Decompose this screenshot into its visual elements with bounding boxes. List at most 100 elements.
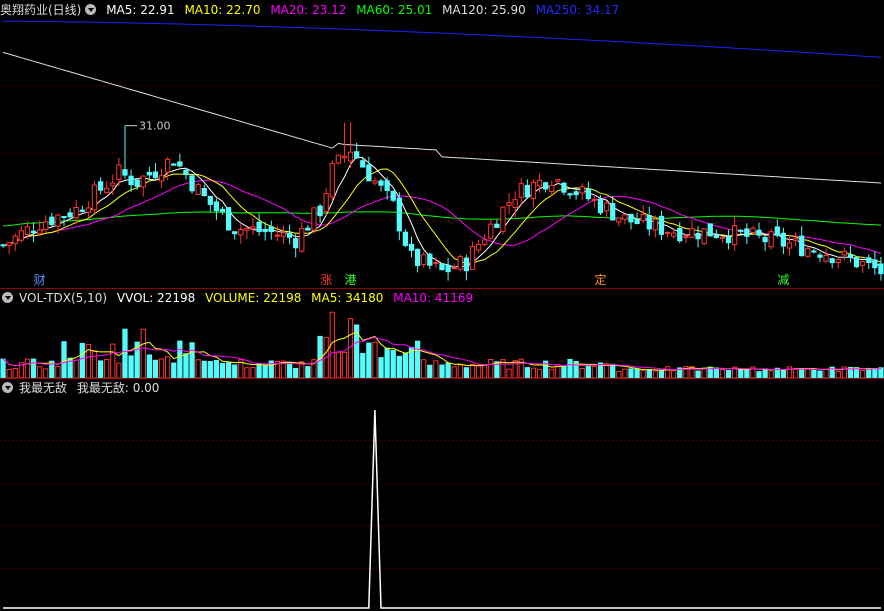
vol-bar-0	[0, 358, 6, 378]
candle-body-89	[543, 182, 549, 190]
indicator-chart[interactable]	[0, 398, 884, 611]
candle-body-3	[18, 230, 24, 241]
candle-body-41	[250, 226, 256, 230]
high-label: 31.00	[139, 120, 171, 133]
candle-body-104	[634, 219, 640, 225]
vol-bar-97	[591, 365, 598, 378]
vol-bar-15	[91, 350, 98, 378]
candle-body-31	[189, 175, 195, 192]
candle-body-62	[378, 180, 384, 186]
candle-body-96	[585, 188, 591, 200]
candle-body-51	[311, 207, 317, 231]
candle-body-13	[79, 209, 85, 212]
candle-body-27	[165, 158, 171, 173]
candle-body-116	[707, 223, 713, 237]
vol-bar-33	[201, 360, 207, 378]
legend-ma250: MA250: 34.17	[535, 3, 620, 17]
candle-body-111	[677, 227, 683, 242]
vol-bar-80	[488, 359, 494, 378]
vol-bar-4	[24, 358, 31, 378]
candle-body-17	[104, 187, 110, 194]
vol-bar-75	[457, 364, 463, 378]
panel-divider	[0, 378, 884, 379]
candle-body-93	[567, 193, 573, 196]
candle-body-142	[866, 257, 872, 263]
dropdown-icon[interactable]	[2, 382, 13, 393]
candle-body-49	[299, 227, 305, 252]
marker-2[interactable]: 港	[345, 273, 357, 287]
legend-ma10: MA10: 22.70	[184, 3, 261, 17]
vol-bar-16	[97, 360, 104, 378]
candle-body-99	[603, 202, 610, 212]
candle-body-56	[341, 155, 348, 159]
vol-bar-43	[262, 364, 268, 378]
candle-body-84	[512, 199, 518, 208]
vol-name: VOL-TDX(5,10)	[19, 291, 108, 305]
vol-bar-18	[110, 343, 116, 378]
candle-body-14	[85, 207, 92, 213]
candle-body-61	[372, 180, 378, 184]
candle-body-94	[573, 191, 579, 196]
candle-body-83	[506, 202, 512, 206]
vol-bar-42	[256, 363, 262, 378]
marker-1[interactable]: 涨	[320, 273, 332, 287]
vol-bar-5	[30, 358, 37, 378]
candle-body-122	[744, 228, 750, 237]
vol-bar-28	[171, 362, 177, 378]
vol-volume: VOLUME: 22198	[205, 291, 302, 305]
vol-bar-41	[250, 367, 256, 378]
candle-body-88	[536, 179, 543, 187]
candle-body-70	[427, 253, 433, 266]
vol-bar-72	[439, 364, 445, 378]
candle-body-66	[402, 231, 409, 246]
candle-body-108	[658, 215, 665, 235]
vol-bar-144	[878, 367, 884, 378]
candle-body-102	[622, 214, 628, 220]
candle-body-72	[439, 263, 445, 271]
vol-bar-64	[390, 349, 396, 378]
vol-bar-74	[451, 366, 457, 378]
vol-bar-30	[183, 353, 189, 378]
vol-bar-100	[610, 363, 616, 378]
vol-bar-57	[347, 318, 354, 378]
volume-chart[interactable]	[0, 308, 884, 378]
candle-body-18	[110, 182, 116, 187]
dropdown-icon[interactable]	[2, 292, 13, 303]
candle-body-73	[445, 264, 451, 273]
price-chart[interactable]: 31.00	[0, 18, 884, 288]
candle-body-144	[878, 263, 884, 275]
vol-bar-6	[36, 366, 43, 378]
candle-body-74	[451, 267, 457, 270]
candle-body-39	[238, 228, 244, 236]
candle-body-68	[414, 248, 421, 267]
vol-bar-122	[744, 369, 750, 378]
candle-body-67	[408, 243, 415, 251]
dropdown-icon[interactable]	[85, 4, 97, 15]
candle-body-63	[384, 180, 390, 191]
vol-bar-73	[445, 362, 451, 378]
vol-bar-20	[122, 328, 128, 378]
vol-bar-103	[628, 368, 634, 378]
marker-3[interactable]: 定	[595, 273, 607, 287]
vol-bar-38	[232, 364, 238, 378]
vol-bar-88	[536, 368, 543, 378]
candle-body-4	[24, 226, 31, 235]
vol-legend: VOL-TDX(5,10) VVOL: 22198 VOLUME: 22198 …	[0, 290, 479, 306]
candle-body-97	[591, 198, 598, 201]
candle-body-101	[616, 217, 622, 223]
vol-bar-25	[152, 359, 159, 378]
vol-bar-68	[414, 340, 421, 378]
candle-body-117	[713, 234, 719, 239]
candle-body-30	[183, 169, 189, 176]
candle-body-124	[756, 229, 762, 236]
candle-body-129	[786, 242, 793, 249]
vol-bar-32	[195, 359, 201, 378]
candle-body-100	[610, 203, 616, 221]
candle-body-2	[12, 235, 18, 245]
vol-bar-1	[6, 368, 12, 378]
marker-4[interactable]: 减	[777, 273, 789, 287]
vol-bar-95	[579, 367, 585, 378]
marker-0[interactable]: 财	[34, 273, 46, 287]
candle-body-118	[719, 236, 726, 239]
stock-title: 奥翔药业(日线)	[0, 3, 82, 17]
